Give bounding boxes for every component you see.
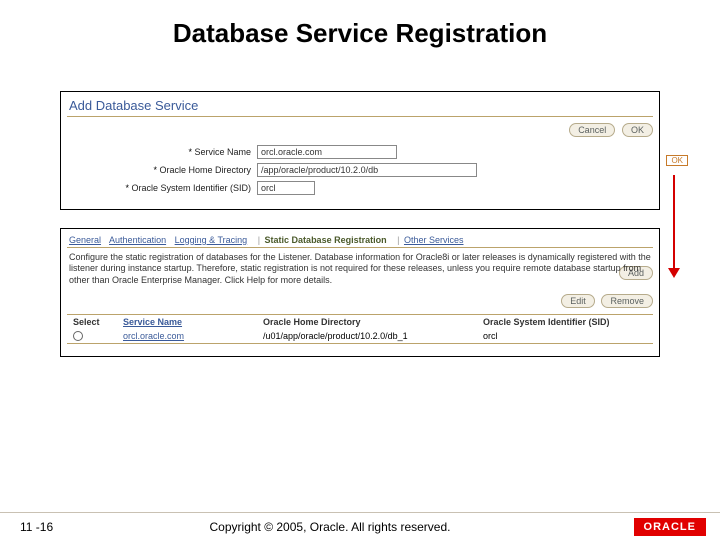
add-panel-button-row: Cancel OK <box>67 121 653 143</box>
tab-bar: General Authentication Logging & Tracing… <box>67 233 653 248</box>
remove-button[interactable]: Remove <box>601 294 653 308</box>
service-name-label-text: Service Name <box>194 147 251 157</box>
form-row-service-name: * Service Name <box>67 143 653 161</box>
form-row-sid: * Oracle System Identifier (SID) <box>67 179 653 197</box>
footer: 11 -16 Copyright © 2005, Oracle. All rig… <box>0 512 720 540</box>
registration-panel: General Authentication Logging & Tracing… <box>60 228 660 357</box>
copyright-text: Copyright © 2005, Oracle. All rights res… <box>80 520 580 534</box>
col-select[interactable]: Select <box>67 314 117 329</box>
registration-description: Configure the static registration of dat… <box>67 250 653 292</box>
cell-oracle-home: /u01/app/oracle/product/10.2.0/db_1 <box>257 329 477 344</box>
tab-static-registration[interactable]: Static Database Registration <box>265 235 387 245</box>
select-radio[interactable] <box>73 331 83 341</box>
add-panel-heading: Add Database Service <box>67 96 653 117</box>
slide-title: Database Service Registration <box>0 0 720 91</box>
page-number: 11 -16 <box>0 520 80 534</box>
arrow-icon <box>673 175 675 270</box>
tab-logging-tracing[interactable]: Logging & Tracing <box>175 235 248 245</box>
cancel-button[interactable]: Cancel <box>569 123 615 137</box>
ok-callout-badge: OK <box>666 155 688 166</box>
table-header-row: Select Service Name Oracle Home Director… <box>67 314 653 329</box>
sid-label-text: Oracle System Identifier (SID) <box>131 183 251 193</box>
table-row: orcl.oracle.com /u01/app/oracle/product/… <box>67 329 653 344</box>
oracle-logo: ORACLE <box>634 518 706 536</box>
service-name-input[interactable] <box>257 145 397 159</box>
tab-separator: | <box>258 235 260 245</box>
col-service-name[interactable]: Service Name <box>117 314 257 329</box>
tab-other-services[interactable]: Other Services <box>404 235 464 245</box>
oracle-home-input[interactable] <box>257 163 477 177</box>
tab-general[interactable]: General <box>69 235 101 245</box>
sid-input[interactable] <box>257 181 315 195</box>
ok-button[interactable]: OK <box>622 123 653 137</box>
registration-button-row: Edit Remove Add <box>67 292 653 314</box>
service-name-label: * Service Name <box>67 147 257 157</box>
tab-separator-2: | <box>397 235 399 245</box>
oracle-home-label: * Oracle Home Directory <box>67 165 257 175</box>
cell-service-name[interactable]: orcl.oracle.com <box>117 329 257 344</box>
col-sid[interactable]: Oracle System Identifier (SID) <box>477 314 653 329</box>
edit-button[interactable]: Edit <box>561 294 595 308</box>
add-database-service-panel: Add Database Service Cancel OK * Service… <box>60 91 660 210</box>
form-row-oracle-home: * Oracle Home Directory <box>67 161 653 179</box>
oracle-home-label-text: Oracle Home Directory <box>159 165 251 175</box>
footer-logo-wrap: ORACLE <box>580 518 720 536</box>
col-oracle-home[interactable]: Oracle Home Directory <box>257 314 477 329</box>
tab-authentication[interactable]: Authentication <box>109 235 166 245</box>
sid-label: * Oracle System Identifier (SID) <box>67 183 257 193</box>
cell-sid: orcl <box>477 329 653 344</box>
services-table: Select Service Name Oracle Home Director… <box>67 314 653 345</box>
cell-select <box>67 329 117 344</box>
